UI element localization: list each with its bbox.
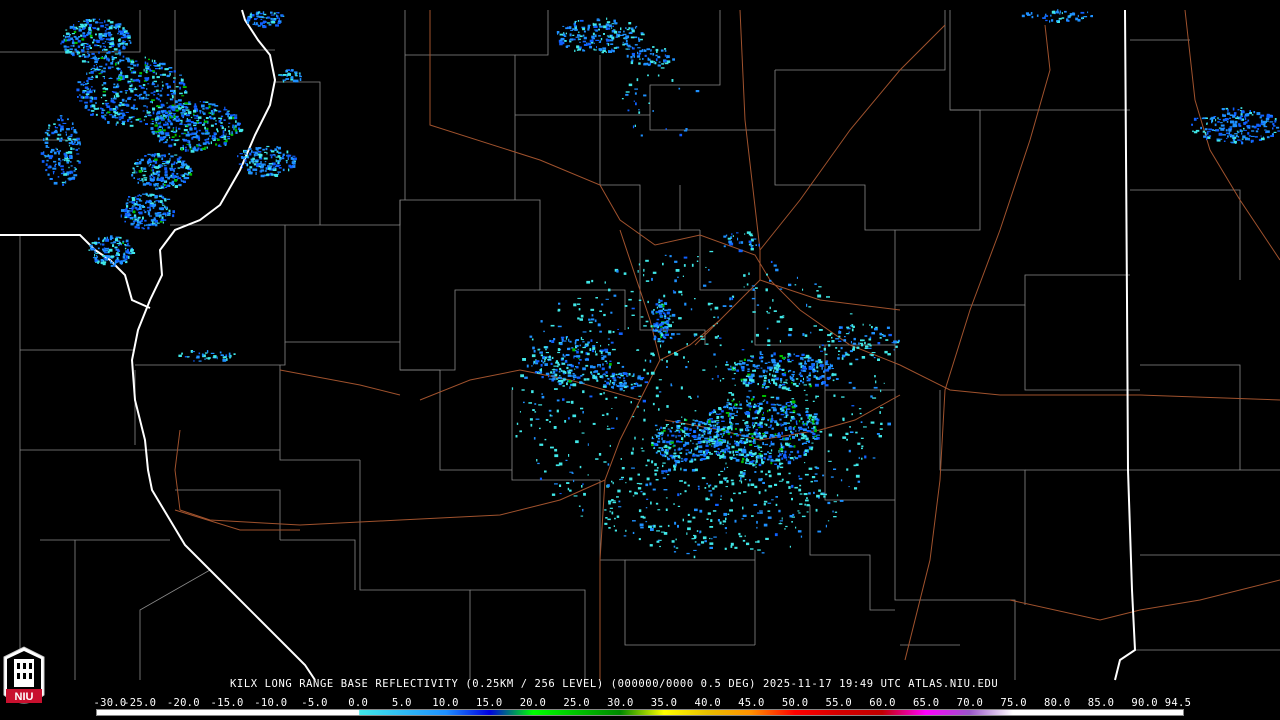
highways — [174, 9, 1280, 680]
colorbar-tick-label: 20.0 — [519, 697, 547, 709]
colorbar-tick-label: 45.0 — [738, 697, 765, 709]
colorbar-tick-label: -20.0 — [166, 697, 200, 709]
county-boundaries — [0, 10, 1280, 680]
colorbar-tick-label: 65.0 — [912, 697, 940, 709]
product-caption: KILX LONG RANGE BASE REFLECTIVITY (0.25K… — [230, 678, 999, 690]
niu-logo-text: NIU — [15, 691, 34, 703]
colorbar-tick-label: 50.0 — [781, 697, 809, 709]
colorbar-tick-label: 10.0 — [432, 697, 459, 709]
colorbar-tick-label: 5.0 — [391, 697, 412, 709]
colorbar-tick-label: 90.0 — [1131, 697, 1158, 709]
colorbar-tick-label: 30.0 — [607, 697, 634, 709]
reflectivity-echoes — [40, 9, 1280, 559]
colorbar-tick-label: 0.0 — [348, 697, 369, 709]
colorbar-tick-label: 15.0 — [476, 697, 503, 709]
colorbar-tick-label: 80.0 — [1044, 697, 1071, 709]
colorbar-tick-label: 25.0 — [563, 697, 590, 709]
colorbar-tick-label: 70.0 — [956, 697, 984, 709]
colorbar-tick-label: 75.0 — [1000, 697, 1027, 709]
colorbar-tick-label: -5.0 — [301, 697, 328, 709]
colorbar-tick-label: 85.0 — [1087, 697, 1115, 709]
colorbar-tick-label: -30.0 — [93, 697, 127, 709]
radar-map — [0, 9, 1280, 681]
colorbar-tick-label: 55.0 — [825, 697, 853, 709]
colorbar-tick-label: -10.0 — [254, 697, 288, 709]
colorbar-tick-label: -15.0 — [210, 697, 244, 709]
colorbar-tick-label: 35.0 — [650, 697, 678, 709]
colorbar-labels: -30.0 -25.0 -20.0 -15.0 -10.0 -5.0 0.0 5.0 10.0 1… — [93, 697, 1196, 709]
niu-logo: NIU — [3, 646, 45, 704]
colorbar-tick-label: -25.0 — [123, 697, 157, 709]
colorbar-tick-label: 40.0 — [694, 697, 721, 709]
reflectivity-colorbar — [96, 709, 1184, 716]
colorbar-tick-label: 60.0 — [869, 697, 896, 709]
colorbar-tick-label: 94.5 — [1164, 697, 1192, 709]
